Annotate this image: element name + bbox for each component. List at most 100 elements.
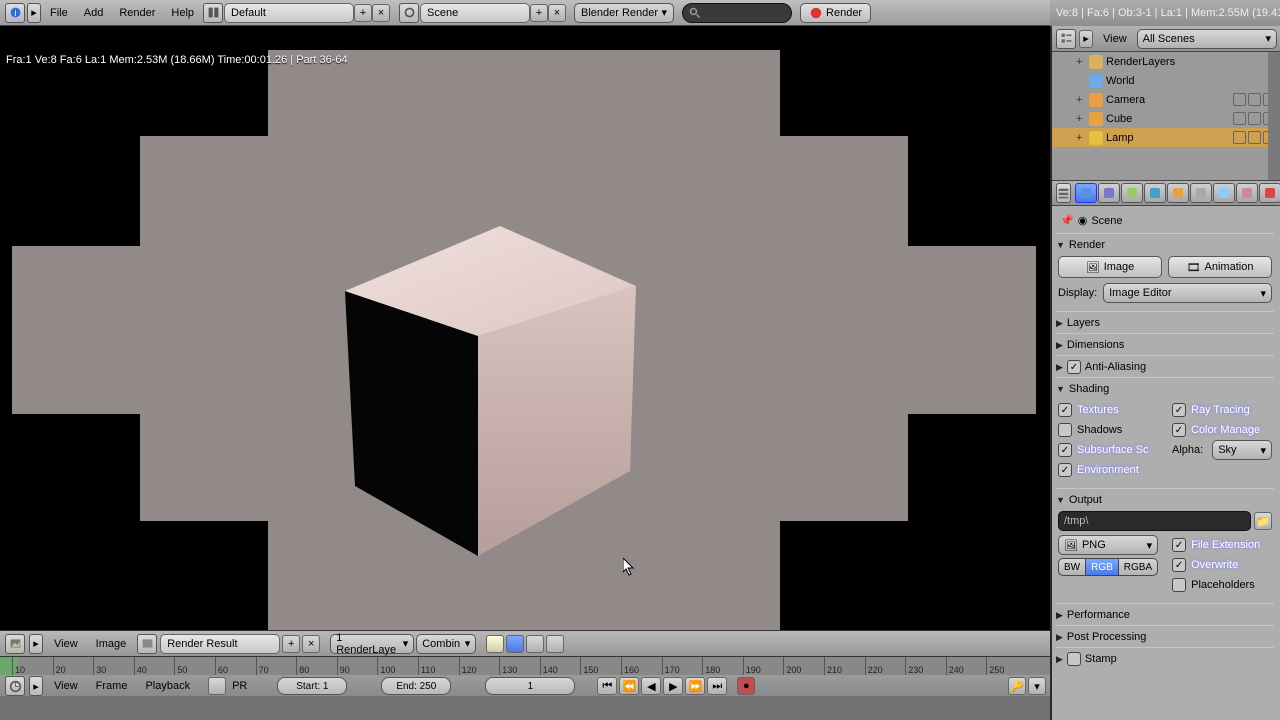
timeline-menu-frame[interactable]: Frame (88, 675, 136, 697)
aa-checkbox[interactable] (1067, 360, 1081, 374)
panel-aa-header[interactable]: ▶Anti-Aliasing (1056, 355, 1274, 375)
sync-mode-icon[interactable]: 🔑 (1008, 677, 1026, 695)
restrict-select-icon[interactable] (1248, 93, 1261, 106)
scene-add-icon[interactable]: + (530, 4, 548, 22)
env-checkbox[interactable] (1058, 463, 1072, 477)
image-del-icon[interactable]: × (302, 635, 320, 653)
twisty-icon[interactable]: + (1076, 113, 1086, 125)
panel-performance-header[interactable]: ▶Performance (1056, 603, 1274, 623)
overwrite-checkbox[interactable] (1172, 558, 1186, 572)
pass-select[interactable]: Combin▾ (416, 634, 476, 654)
outliner-item-cube[interactable]: +Cube (1052, 109, 1280, 128)
collapse-icon[interactable]: ▸ (1079, 30, 1093, 48)
image-name-field[interactable]: Render Result (160, 634, 280, 654)
shadows-checkbox[interactable] (1058, 423, 1072, 437)
play-reverse-icon[interactable]: ◀ (641, 677, 661, 695)
editor-type-properties-icon[interactable] (1056, 183, 1071, 203)
outliner-item-lamp[interactable]: +Lamp (1052, 128, 1280, 147)
scene-browse-icon[interactable] (399, 3, 419, 23)
play-icon[interactable]: ▶ (663, 677, 683, 695)
image-add-icon[interactable]: + (282, 635, 300, 653)
prop-tab-render[interactable] (1075, 183, 1097, 203)
panel-postproc-header[interactable]: ▶Post Processing (1056, 625, 1274, 645)
timeline-menu-view[interactable]: View (46, 675, 86, 697)
mode-bw[interactable]: BW (1058, 558, 1086, 576)
menu-help[interactable]: Help (163, 2, 202, 24)
collapse-icon[interactable]: ▸ (27, 3, 41, 23)
color-mode-segment[interactable]: BW RGB RGBA (1058, 558, 1158, 576)
panel-stamp-header[interactable]: ▶Stamp (1056, 647, 1274, 667)
twisty-icon[interactable]: + (1076, 56, 1086, 68)
sss-checkbox[interactable] (1058, 443, 1072, 457)
prop-tab-world[interactable] (1144, 183, 1166, 203)
render-image-button[interactable]: 🖼Image (1058, 256, 1162, 278)
render-button[interactable]: Render (800, 3, 871, 23)
restrict-view-icon[interactable] (1233, 93, 1246, 106)
outliner-item-renderlayers[interactable]: +RenderLayers (1052, 52, 1280, 71)
restrict-select-icon[interactable] (1248, 112, 1261, 125)
channel-z-icon[interactable] (546, 635, 564, 653)
prop-tab-constraint[interactable] (1190, 183, 1212, 203)
channel-rgba-icon[interactable] (506, 635, 524, 653)
layout-browse-icon[interactable] (203, 3, 223, 23)
pin-icon[interactable]: 📌 (1060, 214, 1074, 227)
restrict-select-icon[interactable] (1248, 131, 1261, 144)
prop-tab-scene[interactable] (1121, 183, 1143, 203)
menu-add[interactable]: Add (76, 2, 112, 24)
panel-render-header[interactable]: ▼Render (1056, 233, 1274, 253)
keying-set-icon[interactable]: ▾ (1028, 677, 1046, 695)
panel-output-header[interactable]: ▼Output (1056, 488, 1274, 508)
raytracing-checkbox[interactable] (1172, 403, 1186, 417)
prop-tab-data[interactable] (1236, 183, 1258, 203)
jump-end-icon[interactable]: ⏭ (707, 677, 727, 695)
start-frame-field[interactable]: Start: 1 (277, 677, 347, 695)
render-animation-button[interactable]: 🎞Animation (1168, 256, 1272, 278)
panel-dimensions-header[interactable]: ▶Dimensions (1056, 333, 1274, 353)
scene-field[interactable]: Scene (420, 3, 530, 23)
outliner-filter-select[interactable]: All Scenes▾ (1137, 29, 1277, 49)
prop-tab-material[interactable] (1259, 183, 1280, 203)
jump-start-icon[interactable]: ⏮ (597, 677, 617, 695)
keyframe-prev-icon[interactable]: ⏪ (619, 677, 639, 695)
channel-alpha-icon[interactable] (526, 635, 544, 653)
scene-del-icon[interactable]: × (548, 4, 566, 22)
preview-range-toggle[interactable] (208, 677, 226, 695)
current-frame-field[interactable]: 1 (485, 677, 575, 695)
layout-del-icon[interactable]: × (372, 4, 390, 22)
outliner-item-camera[interactable]: +Camera (1052, 90, 1280, 109)
editor-type-timeline-icon[interactable] (5, 676, 25, 696)
keyframe-next-icon[interactable]: ⏩ (685, 677, 705, 695)
collapse-icon[interactable]: ▸ (29, 676, 43, 696)
twisty-icon[interactable]: + (1076, 132, 1086, 144)
restrict-view-icon[interactable] (1233, 131, 1246, 144)
search-input[interactable] (682, 3, 792, 23)
renderlayer-select[interactable]: 1 RenderLaye▾ (330, 634, 414, 654)
mode-rgb[interactable]: RGB (1086, 558, 1119, 576)
prop-tab-modifier[interactable] (1213, 183, 1235, 203)
render-engine-select[interactable]: Blender Render▾ (574, 3, 674, 23)
fileext-checkbox[interactable] (1172, 538, 1186, 552)
image-editor-viewport[interactable]: Fra:1 Ve:8 Fa:6 La:1 Mem:2.53M (18.66M) … (0, 26, 1050, 630)
timeline-menu-playback[interactable]: Playback (137, 675, 198, 697)
output-path-field[interactable]: /tmp\ (1058, 511, 1251, 531)
editor-type-outliner-icon[interactable] (1056, 29, 1076, 49)
editor-type-info-icon[interactable]: i (5, 3, 25, 23)
collapse-icon[interactable]: ▸ (29, 634, 43, 654)
outliner-tree[interactable]: +RenderLayersWorld+Camera+Cube+Lamp (1052, 52, 1280, 180)
display-mode-select[interactable]: Image Editor▾ (1103, 283, 1272, 303)
end-frame-field[interactable]: End: 250 (381, 677, 451, 695)
outliner-item-world[interactable]: World (1052, 71, 1280, 90)
stamp-checkbox[interactable] (1067, 652, 1081, 666)
imged-menu-view[interactable]: View (46, 633, 86, 655)
layout-add-icon[interactable]: + (354, 4, 372, 22)
menu-render[interactable]: Render (111, 2, 163, 24)
image-browse-icon[interactable] (137, 634, 157, 654)
panel-layers-header[interactable]: ▶Layers (1056, 311, 1274, 331)
outliner-scrollbar[interactable] (1268, 52, 1280, 180)
imged-menu-image[interactable]: Image (88, 633, 135, 655)
textures-checkbox[interactable] (1058, 403, 1072, 417)
prop-tab-object[interactable] (1167, 183, 1189, 203)
folder-browse-icon[interactable]: 📁 (1254, 512, 1272, 530)
colormanage-checkbox[interactable] (1172, 423, 1186, 437)
mode-rgba[interactable]: RGBA (1119, 558, 1158, 576)
